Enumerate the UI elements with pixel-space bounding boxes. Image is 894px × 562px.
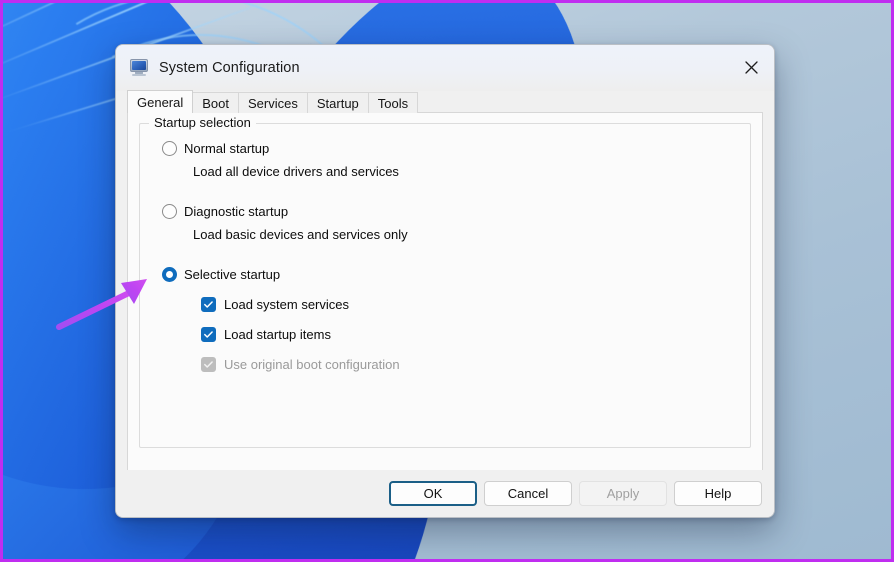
tab-startup[interactable]: Startup [306, 92, 369, 113]
radio-button-icon [162, 203, 177, 219]
apply-button-label: Apply [606, 486, 640, 501]
checkmark-icon [201, 297, 216, 312]
diagnostic-startup-description: Load basic devices and services only [193, 227, 408, 242]
help-button[interactable]: Help [674, 481, 762, 506]
general-tab-page: Startup selection Normal startup Load al… [127, 113, 763, 471]
ok-button-label: OK [423, 486, 443, 501]
radio-button-icon [162, 140, 177, 156]
checkmark-icon [201, 357, 216, 372]
radio-diagnostic-startup-label: Diagnostic startup [184, 203, 289, 219]
radio-button-selected-icon [162, 266, 177, 282]
tab-services[interactable]: Services [238, 92, 308, 113]
startup-selection-group: Startup selection Normal startup Load al… [139, 115, 751, 448]
normal-startup-description: Load all device drivers and services [193, 164, 399, 179]
radio-selective-startup-label: Selective startup [184, 266, 281, 282]
checkbox-load-startup-items[interactable]: Load startup items [201, 325, 736, 344]
startup-selection-legend: Startup selection [149, 115, 256, 131]
checkbox-load-system-services[interactable]: Load system services [201, 295, 736, 314]
window-title: System Configuration [159, 60, 300, 76]
tab-tools-label: Tools [377, 95, 409, 111]
close-icon[interactable] [728, 45, 774, 90]
checkmark-icon [201, 327, 216, 342]
radio-normal-startup-label: Normal startup [184, 140, 270, 156]
help-button-label: Help [704, 486, 732, 501]
radio-diagnostic-startup[interactable]: Diagnostic startup [162, 201, 736, 221]
dialog-footer: OK Cancel Apply Help [116, 470, 774, 517]
radio-selective-startup[interactable]: Selective startup [162, 264, 736, 284]
checkbox-load-startup-items-label: Load startup items [224, 327, 331, 342]
title-bar: System Configuration [116, 45, 774, 91]
cancel-button-label: Cancel [507, 486, 549, 501]
tab-boot[interactable]: Boot [192, 92, 239, 113]
screenshot-root: System Configuration General Boot Servic… [0, 0, 894, 562]
radio-normal-startup[interactable]: Normal startup [162, 138, 736, 158]
tab-services-label: Services [248, 95, 298, 111]
tab-startup-label: Startup [316, 95, 359, 111]
checkbox-use-original-boot-configuration: Use original boot configuration [201, 355, 736, 374]
tab-tools[interactable]: Tools [367, 92, 419, 113]
ok-button[interactable]: OK [389, 481, 477, 506]
apply-button: Apply [579, 481, 667, 506]
tab-boot-label: Boot [202, 95, 229, 111]
checkbox-use-original-boot-configuration-label: Use original boot configuration [224, 357, 400, 372]
system-configuration-dialog: System Configuration General Boot Servic… [115, 44, 775, 518]
tab-general-label: General [137, 94, 184, 110]
checkbox-load-system-services-label: Load system services [224, 297, 349, 312]
system-configuration-icon [129, 58, 149, 78]
cancel-button[interactable]: Cancel [484, 481, 572, 506]
tab-strip: General Boot Services Startup Tools [116, 90, 774, 114]
tab-general[interactable]: General [127, 90, 194, 114]
